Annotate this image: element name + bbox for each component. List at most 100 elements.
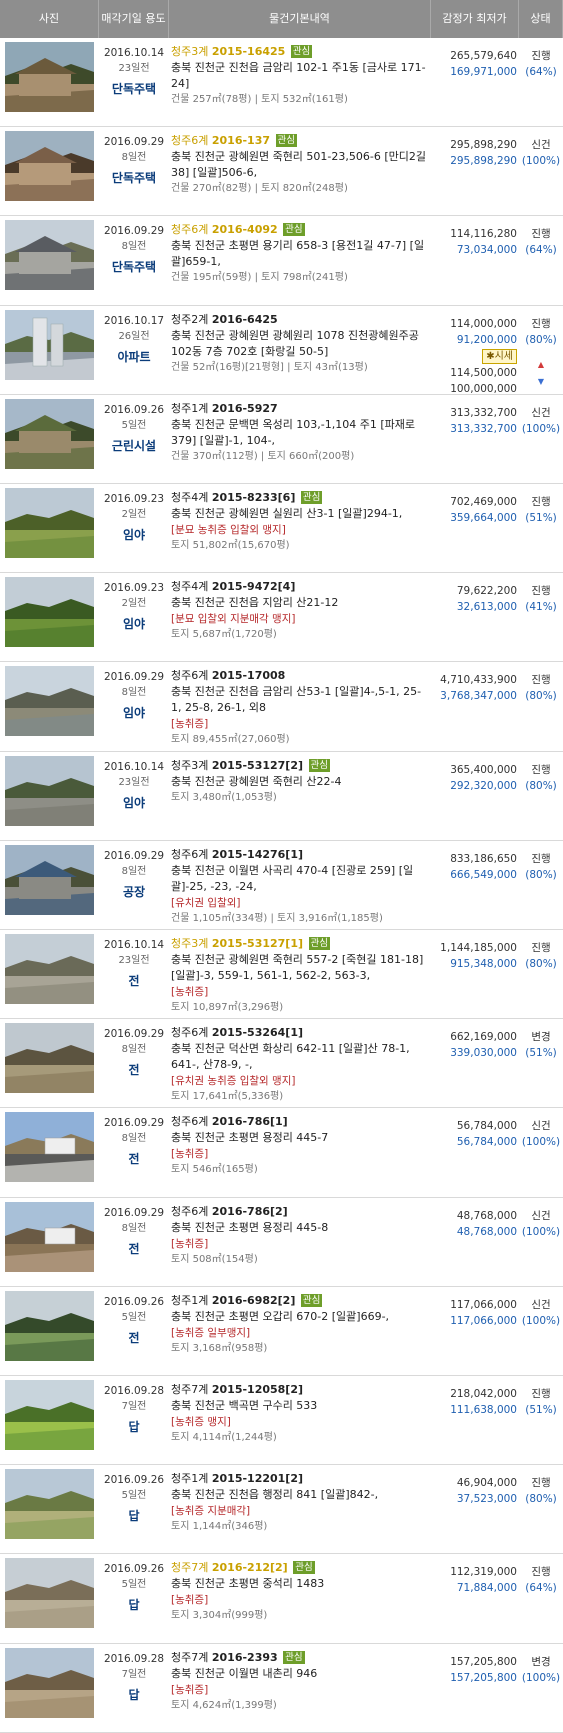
property-photo[interactable]	[0, 1287, 99, 1375]
property-photo[interactable]	[0, 1019, 99, 1107]
property-photo[interactable]	[0, 1465, 99, 1553]
property-photo[interactable]	[0, 127, 99, 215]
property-photo[interactable]	[0, 1554, 99, 1642]
info-cell[interactable]: 청주7계 2015-12058[2] 충북 진천군 백곡면 구수리 533 [농…	[169, 1376, 431, 1464]
auction-row[interactable]: 2016.09.26 5일전 전 청주1계 2016-6982[2] 관심 충북…	[0, 1287, 563, 1377]
property-address: 충북 진천군 진천읍 행정리 841 [일괄]842-,	[171, 1488, 379, 1502]
case-id[interactable]: 2016-786[2]	[212, 1205, 288, 1218]
info-cell[interactable]: 청주6계 2016-786[1] 충북 진천군 초평면 용정리 445-7 [농…	[169, 1108, 431, 1196]
info-cell[interactable]: 청주6계 2016-786[2] 충북 진천군 초평면 용정리 445-8 [농…	[169, 1198, 431, 1286]
case-number[interactable]: 청주6계 2016-786[2]	[171, 1204, 431, 1220]
info-cell[interactable]: 청주7계 2016-212[2] 관심 충북 진천군 초평면 중석리 1483 …	[169, 1554, 431, 1642]
info-cell[interactable]: 청주1계 2016-6982[2] 관심 충북 진천군 초평면 오갑리 670-…	[169, 1287, 431, 1375]
info-cell[interactable]: 청주6계 2016-4092 관심 충북 진천군 초평면 용기리 658-3 […	[169, 216, 431, 304]
auction-row[interactable]: 2016.09.29 8일전 전 청주6계 2016-786[2] 충북 진천군…	[0, 1198, 563, 1287]
property-photo[interactable]	[0, 484, 99, 572]
case-id[interactable]: 2015-9472[4]	[212, 580, 296, 593]
case-id[interactable]: 2016-6982[2]	[212, 1294, 296, 1307]
info-cell[interactable]: 청주3계 2015-53127[1] 관심 충북 진천군 광혜원면 죽현리 55…	[169, 930, 431, 1018]
auction-row[interactable]: 2016.10.14 23일전 임야 청주3계 2015-53127[2] 관심…	[0, 752, 563, 841]
case-number[interactable]: 청주3계 2015-53127[2] 관심	[171, 758, 431, 774]
auction-row[interactable]: 2016.10.14 23일전 전 청주3계 2015-53127[1] 관심 …	[0, 930, 563, 1020]
auction-row[interactable]: 2016.09.29 8일전 공장 청주6계 2015-14276[1] 충북 …	[0, 841, 563, 931]
case-number[interactable]: 청주4계 2015-8233[6] 관심	[171, 490, 431, 506]
property-photo[interactable]	[0, 573, 99, 661]
case-number[interactable]: 청주1계 2015-12201[2]	[171, 1471, 431, 1487]
status-percent: (100%)	[521, 1225, 561, 1238]
case-number[interactable]: 청주6계 2016-786[1]	[171, 1114, 431, 1130]
property-use: 단독주택	[111, 171, 157, 186]
auction-row[interactable]: 2016.09.26 5일전 근린시설 청주1계 2016-5927 충북 진천…	[0, 395, 563, 485]
case-number[interactable]: 청주7계 2016-212[2] 관심	[171, 1560, 431, 1576]
property-photo[interactable]	[0, 38, 99, 126]
property-photo[interactable]	[0, 216, 99, 304]
case-id[interactable]: 2015-53127[1]	[212, 937, 303, 950]
case-number[interactable]: 청주6계 2016-4092 관심	[171, 222, 431, 238]
auction-row[interactable]: 2016.09.29 8일전 단독주택 청주6계 2016-4092 관심 충북…	[0, 216, 563, 306]
case-id[interactable]: 2015-53264[1]	[212, 1026, 303, 1039]
info-cell[interactable]: 청주6계 2015-14276[1] 충북 진천군 이월면 사곡리 470-4 …	[169, 841, 431, 929]
info-cell[interactable]: 청주2계 2016-6425 충북 진천군 광혜원면 광혜원리 1078 진천광…	[169, 306, 431, 394]
case-number[interactable]: 청주6계 2015-17008	[171, 668, 431, 684]
info-cell[interactable]: 청주4계 2015-9472[4] 충북 진천군 진천읍 지암리 산21-12 …	[169, 573, 431, 661]
property-photo[interactable]	[0, 662, 99, 750]
auction-row[interactable]: 2016.10.14 23일전 단독주택 청주3계 2015-16425 관심 …	[0, 38, 563, 128]
property-photo[interactable]	[0, 1376, 99, 1464]
case-id[interactable]: 2016-212[2]	[212, 1561, 288, 1574]
auction-row[interactable]: 2016.09.23 2일전 임야 청주4계 2015-9472[4] 충북 진…	[0, 573, 563, 663]
auction-row[interactable]: 2016.09.29 8일전 전 청주6계 2016-786[1] 충북 진천군…	[0, 1108, 563, 1198]
case-number[interactable]: 청주6계 2015-53264[1]	[171, 1025, 431, 1041]
auction-row[interactable]: 2016.09.26 5일전 답 청주1계 2015-12201[2] 충북 진…	[0, 1465, 563, 1555]
case-id[interactable]: 2015-8233[6]	[212, 491, 296, 504]
auction-row[interactable]: 2016.10.17 26일전 아파트 청주2계 2016-6425 충북 진천…	[0, 306, 563, 395]
property-photo[interactable]	[0, 1198, 99, 1286]
case-id[interactable]: 2016-2393	[212, 1651, 278, 1664]
auction-row[interactable]: 2016.09.29 8일전 임야 청주6계 2015-17008 충북 진천군…	[0, 662, 563, 752]
info-cell[interactable]: 청주6계 2015-53264[1] 충북 진천군 덕산면 화상리 642-11…	[169, 1019, 431, 1107]
property-photo[interactable]	[0, 306, 99, 394]
case-number[interactable]: 청주6계 2016-137 관심	[171, 133, 431, 149]
case-number[interactable]: 청주7계 2016-2393 관심	[171, 1650, 431, 1666]
case-number[interactable]: 청주3계 2015-16425 관심	[171, 44, 431, 60]
auction-row[interactable]: 2016.09.29 8일전 단독주택 청주6계 2016-137 관심 충북 …	[0, 127, 563, 217]
auction-row[interactable]: 2016.09.28 7일전 답 청주7계 2016-2393 관심 충북 진천…	[0, 1644, 563, 1733]
property-photo[interactable]	[0, 1108, 99, 1196]
case-number[interactable]: 청주1계 2016-6982[2] 관심	[171, 1293, 431, 1309]
property-photo[interactable]	[0, 841, 99, 929]
auction-row[interactable]: 2016.09.26 5일전 답 청주7계 2016-212[2] 관심 충북 …	[0, 1554, 563, 1644]
auction-row[interactable]: 2016.09.29 8일전 전 청주6계 2015-53264[1] 충북 진…	[0, 1019, 563, 1109]
case-number[interactable]: 청주2계 2016-6425	[171, 312, 431, 328]
case-id[interactable]: 2016-4092	[212, 223, 278, 236]
auction-row[interactable]: 2016.09.23 2일전 임야 청주4계 2015-8233[6] 관심 충…	[0, 484, 563, 574]
auction-row[interactable]: 2016.09.28 7일전 답 청주7계 2015-12058[2] 충북 진…	[0, 1376, 563, 1466]
case-id[interactable]: 2016-5927	[212, 402, 278, 415]
case-number[interactable]: 청주1계 2016-5927	[171, 401, 431, 417]
info-cell[interactable]: 청주3계 2015-53127[2] 관심 충북 진천군 광혜원면 죽현리 산2…	[169, 752, 431, 840]
case-id[interactable]: 2016-6425	[212, 313, 278, 326]
property-photo[interactable]	[0, 752, 99, 840]
info-cell[interactable]: 청주1계 2015-12201[2] 충북 진천군 진천읍 행정리 841 [일…	[169, 1465, 431, 1553]
case-id[interactable]: 2016-786[1]	[212, 1115, 288, 1128]
case-number[interactable]: 청주7계 2015-12058[2]	[171, 1382, 431, 1398]
case-id[interactable]: 2015-53127[2]	[212, 759, 303, 772]
case-id[interactable]: 2016-137	[212, 134, 270, 147]
info-cell[interactable]: 청주7계 2016-2393 관심 충북 진천군 이월면 내촌리 946 [농취…	[169, 1644, 431, 1732]
property-photo[interactable]	[0, 930, 99, 1018]
case-id[interactable]: 2015-12201[2]	[212, 1472, 303, 1485]
info-cell[interactable]: 청주6계 2016-137 관심 충북 진천군 광혜원면 죽현리 501-23,…	[169, 127, 431, 215]
case-id[interactable]: 2015-14276[1]	[212, 848, 303, 861]
property-photo[interactable]	[0, 395, 99, 483]
case-id[interactable]: 2015-12058[2]	[212, 1383, 303, 1396]
case-id[interactable]: 2015-17008	[212, 669, 285, 682]
info-cell[interactable]: 청주6계 2015-17008 충북 진천군 진천읍 금암리 산53-1 [일괄…	[169, 662, 431, 750]
market-price-button[interactable]: ✱시세	[482, 348, 517, 364]
info-cell[interactable]: 청주4계 2015-8233[6] 관심 충북 진천군 광혜원면 실원리 산3-…	[169, 484, 431, 572]
info-cell[interactable]: 청주3계 2015-16425 관심 충북 진천군 진천읍 금암리 102-1 …	[169, 38, 431, 126]
case-number[interactable]: 청주4계 2015-9472[4]	[171, 579, 431, 595]
case-id[interactable]: 2015-16425	[212, 45, 285, 58]
info-cell[interactable]: 청주1계 2016-5927 충북 진천군 문백면 옥성리 103,-1,104…	[169, 395, 431, 483]
case-number[interactable]: 청주6계 2015-14276[1]	[171, 847, 431, 863]
property-photo[interactable]	[0, 1644, 99, 1732]
case-number[interactable]: 청주3계 2015-53127[1] 관심	[171, 936, 431, 952]
auction-date: 2016.10.14	[103, 939, 165, 952]
